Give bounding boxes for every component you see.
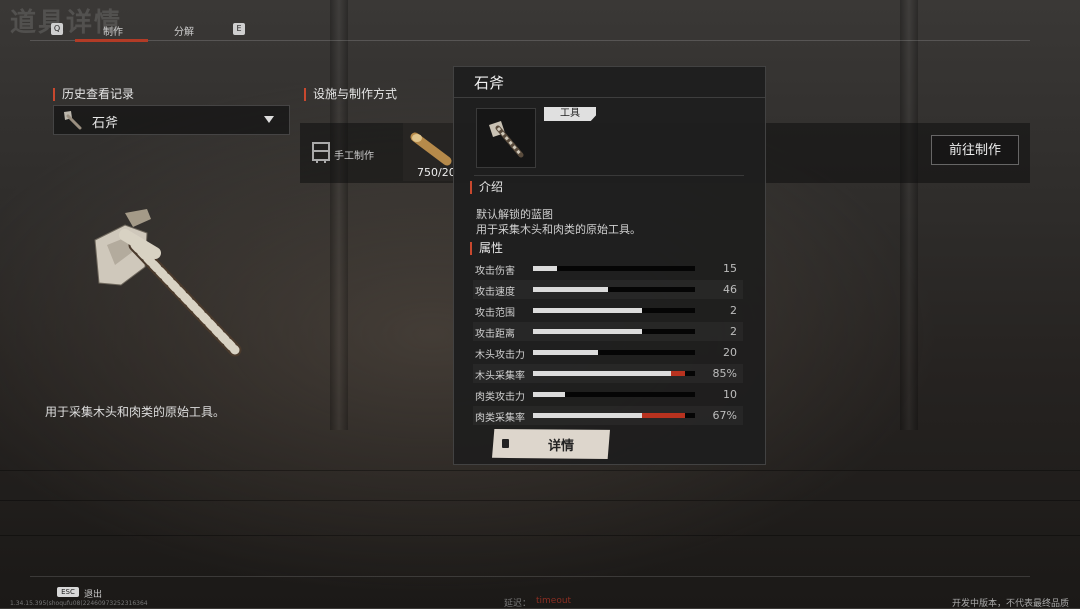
panel-title: 石斧 — [474, 74, 505, 92]
stat-row: 攻击速度 46 — [473, 280, 743, 299]
attributes-header: 属性 — [470, 242, 503, 255]
stat-value: 67% — [712, 409, 737, 422]
go-craft-button[interactable]: 前往制作 — [931, 135, 1019, 165]
background-floor-line — [0, 500, 1080, 501]
stat-label: 肉类采集率 — [475, 413, 525, 424]
item-detail-panel: 石斧 工具 介绍 默认解锁的蓝图 用于采集木头和肉类的原始工具。 属性 攻击伤害… — [453, 66, 766, 465]
background-floor-line — [0, 470, 1080, 471]
background-beam — [330, 0, 348, 430]
item-description: 用于采集木头和肉类的原始工具。 — [45, 405, 226, 419]
stat-value: 2 — [730, 304, 737, 317]
stat-bar — [533, 287, 695, 292]
exit-label[interactable]: 退出 — [84, 587, 102, 600]
intro-line: 默认解锁的蓝图 — [476, 208, 553, 221]
stat-value: 2 — [730, 325, 737, 338]
latency-value: timeout — [536, 596, 572, 606]
stat-bar-fill — [533, 392, 565, 397]
stat-bar — [533, 350, 695, 355]
item-type-tag: 工具 — [544, 107, 596, 121]
background-floor-line — [0, 535, 1080, 536]
stat-label: 木头攻击力 — [475, 350, 525, 361]
stat-bar — [533, 413, 695, 418]
stat-bar — [533, 329, 695, 334]
stat-label: 攻击范围 — [475, 308, 515, 319]
stat-label: 木头采集率 — [475, 371, 525, 382]
bottom-divider — [30, 576, 1030, 577]
stat-label: 肉类攻击力 — [475, 392, 525, 403]
stat-bar-fill — [533, 266, 557, 271]
dev-notice: 开发中版本，不代表最终品质 — [952, 599, 1070, 609]
details-button[interactable]: 详情 — [492, 429, 610, 459]
intro-line: 用于采集木头和肉类的原始工具。 — [476, 223, 641, 236]
stat-bar-bonus — [671, 371, 685, 376]
stat-bar-fill — [533, 329, 642, 334]
stat-bar-fill — [533, 413, 642, 418]
stat-label: 攻击伤害 — [475, 266, 515, 277]
stat-bar — [533, 371, 695, 376]
stat-value: 10 — [723, 388, 737, 401]
history-header: 历史查看记录 — [53, 88, 134, 101]
stat-row: 肉类采集率 67% — [473, 406, 743, 425]
top-divider — [30, 40, 1030, 41]
stat-bar-fill — [533, 371, 671, 376]
workbench-icon — [312, 142, 330, 163]
crafting-header: 设施与制作方式 — [304, 88, 397, 101]
stat-row: 肉类攻击力 10 — [473, 385, 743, 404]
craft-method-label: 手工制作 — [334, 151, 374, 162]
tab-prev-key[interactable]: Q — [51, 23, 63, 35]
stat-row: 木头采集率 85% — [473, 364, 743, 383]
history-dropdown[interactable]: 石斧 — [53, 105, 290, 135]
latency-label: 延迟： — [504, 599, 532, 609]
stat-bar-fill — [533, 350, 598, 355]
stat-bar-fill — [533, 308, 642, 313]
item-thumbnail — [476, 108, 536, 168]
stat-row: 攻击距离 2 — [473, 322, 743, 341]
tab-next-key[interactable]: E — [233, 23, 245, 35]
stat-label: 攻击距离 — [475, 329, 515, 340]
stat-value: 46 — [723, 283, 737, 296]
stone-axe-icon — [64, 111, 82, 130]
stat-bar — [533, 392, 695, 397]
stat-value: 20 — [723, 346, 737, 359]
panel-divider — [454, 97, 765, 98]
tab-craft[interactable]: 制作 — [103, 23, 123, 38]
dropdown-arrow-icon — [264, 116, 274, 123]
wood-log-icon — [410, 132, 452, 166]
material-count: 750/20 — [417, 166, 456, 179]
stat-bar-bonus — [642, 413, 685, 418]
stat-bar — [533, 266, 695, 271]
stat-row: 攻击范围 2 — [473, 301, 743, 320]
version-text: 1.34.15.395(shoqufu08(22460973252316364 — [10, 600, 148, 607]
esc-key[interactable]: ESC — [57, 587, 79, 597]
background-beam — [900, 0, 918, 430]
stat-value: 15 — [723, 262, 737, 275]
tab-active-indicator — [75, 39, 148, 42]
stat-bar-fill — [533, 287, 608, 292]
stat-row: 攻击伤害 15 — [473, 259, 743, 278]
material-slot[interactable]: 750/20 — [403, 123, 457, 181]
stat-label: 攻击速度 — [475, 287, 515, 298]
tab-disassemble[interactable]: 分解 — [174, 23, 194, 38]
stat-value: 85% — [712, 367, 737, 380]
stone-axe-illustration — [94, 209, 242, 357]
history-selected-item: 石斧 — [92, 116, 119, 131]
intro-header: 介绍 — [470, 181, 503, 194]
stone-axe-icon — [489, 121, 524, 158]
panel-divider — [474, 175, 744, 176]
stat-row: 木头攻击力 20 — [473, 343, 743, 362]
stat-bar — [533, 308, 695, 313]
details-button-label: 详情 — [548, 439, 575, 454]
book-icon — [502, 439, 509, 448]
